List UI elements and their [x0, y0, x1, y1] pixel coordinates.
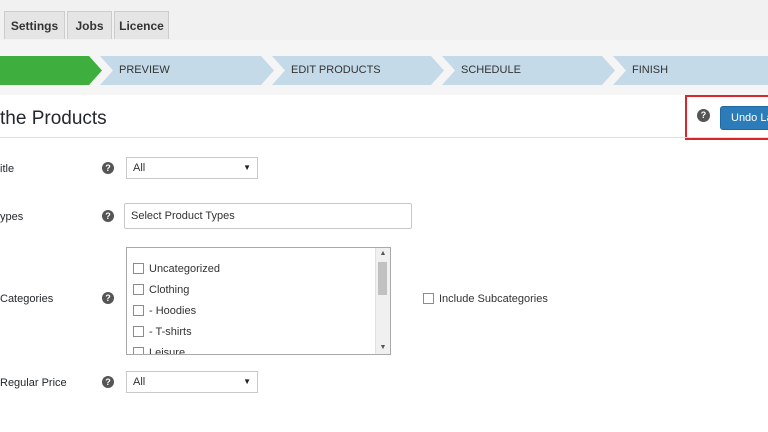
step-filter[interactable] [0, 56, 102, 85]
regular-price-select-value: All [133, 376, 146, 388]
tab-jobs[interactable]: Jobs [67, 11, 112, 39]
step-schedule[interactable]: SCHEDULE [442, 56, 615, 85]
title-label: itle [0, 163, 15, 175]
list-item-label: - T-shirts [149, 326, 192, 338]
checkbox[interactable] [133, 326, 144, 337]
list-item-label: - Hoodies [149, 305, 197, 317]
question-circle-icon[interactable]: ? [102, 292, 114, 304]
tab-settings[interactable]: Settings [4, 11, 65, 39]
question-circle-icon[interactable]: ? [102, 210, 114, 222]
list-item[interactable]: Uncategorized [133, 263, 220, 275]
list-item[interactable]: Leisure [133, 347, 186, 355]
tab-licence[interactable]: Licence [114, 11, 169, 39]
categories-label: Categories [0, 293, 54, 305]
step-preview[interactable]: PREVIEW [100, 56, 274, 85]
product-types-input[interactable]: Select Product Types [124, 203, 412, 229]
checkbox[interactable] [423, 293, 434, 304]
list-item[interactable]: - Hoodies [133, 305, 196, 317]
divider [0, 137, 768, 138]
scroll-down-icon[interactable]: ▼ [376, 342, 390, 354]
question-circle-icon[interactable]: ? [102, 376, 114, 388]
include-subcategories-label: Include Subcategories [439, 293, 548, 305]
types-label: ypes [0, 211, 24, 223]
regular-price-select[interactable]: All ▼ [126, 371, 258, 393]
top-tab-bar: Settings Jobs Licence [0, 0, 768, 41]
checkbox[interactable] [133, 284, 144, 295]
title-select[interactable]: All ▼ [126, 157, 258, 179]
scroll-up-icon[interactable]: ▲ [376, 248, 390, 260]
categories-list[interactable]: Uncategorized Clothing - Hoodies - T-shi… [126, 247, 391, 355]
list-item-label: Leisure [149, 347, 186, 355]
step-edit-products[interactable]: EDIT PRODUCTS [272, 56, 444, 85]
caret-down-icon: ▼ [243, 377, 251, 386]
undo-last-button[interactable]: Undo La [720, 106, 768, 130]
scrollbar[interactable]: ▲ ▼ [375, 248, 390, 354]
page-title: the Products [0, 108, 107, 129]
question-circle-icon[interactable]: ? [697, 109, 710, 122]
checkbox[interactable] [133, 305, 144, 316]
list-item[interactable]: Clothing [133, 284, 189, 296]
list-item-label: Clothing [149, 284, 190, 296]
include-subcategories-option[interactable]: Include Subcategories [423, 293, 548, 305]
checkbox[interactable] [133, 347, 144, 354]
list-item-label: Uncategorized [149, 263, 220, 275]
scroll-thumb[interactable] [378, 262, 387, 295]
question-circle-icon[interactable]: ? [102, 162, 114, 174]
step-finish[interactable]: FINISH [613, 56, 768, 85]
caret-down-icon: ▼ [243, 163, 251, 172]
regular-price-label: Regular Price [0, 377, 67, 389]
title-select-value: All [133, 162, 146, 174]
list-item[interactable]: - T-shirts [133, 326, 192, 338]
checkbox[interactable] [133, 263, 144, 274]
